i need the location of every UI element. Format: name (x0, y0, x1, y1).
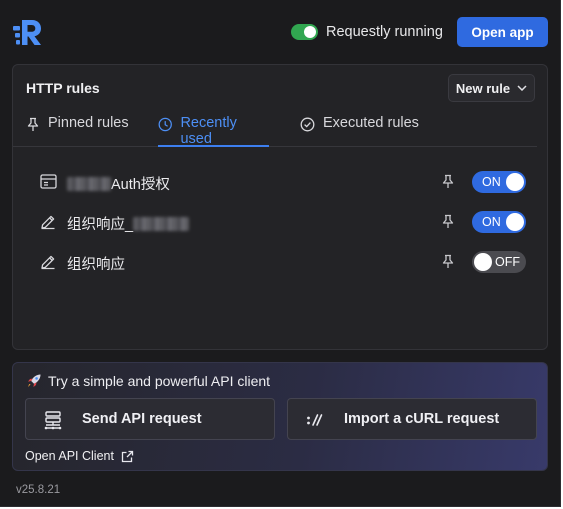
tab-label: Executed rules (323, 115, 419, 131)
rule-toggle[interactable]: ON (472, 171, 526, 193)
api-client-title: Try a simple and powerful API client (26, 373, 270, 389)
running-toggle[interactable] (291, 24, 318, 40)
http-rules-panel: HTTP rules New rule Pinned rules Recentl… (12, 64, 548, 350)
rule-row[interactable]: 组织响应_ ON (13, 207, 537, 237)
rule-name: 组织响应_ (67, 213, 190, 234)
panel-title: HTTP rules (26, 80, 100, 96)
pencil-icon (41, 255, 55, 270)
chevron-down-icon (517, 85, 527, 91)
pencil-icon (41, 215, 55, 230)
open-app-button[interactable]: Open app (457, 17, 548, 47)
rule-name: 组织响应 (67, 253, 125, 274)
import-curl-button[interactable]: Import a cURL request (287, 398, 537, 440)
rule-row[interactable]: Auth授权 ON (13, 167, 537, 197)
pin-icon[interactable] (441, 214, 455, 229)
api-request-icon (44, 411, 62, 430)
send-api-request-button[interactable]: Send API request (25, 398, 275, 440)
rule-name-label: 组织响应 (67, 257, 125, 273)
rule-name: Auth授权 (67, 173, 170, 194)
rule-row[interactable]: 组织响应 OFF (13, 247, 537, 277)
rule-tabs: Pinned rules Recently used Executed rule… (13, 107, 537, 147)
external-link-icon (121, 450, 134, 462)
requestly-running-status[interactable]: Requestly running (291, 23, 443, 41)
api-client-title-text: Try a simple and powerful API client (48, 373, 271, 389)
requestly-popup: Requestly running Open app HTTP rules Ne… (0, 0, 561, 507)
tab-pinned-rules[interactable]: Pinned rules (26, 115, 129, 147)
send-api-request-label: Send API request (82, 411, 202, 427)
open-api-client-link[interactable]: Open API Client (25, 449, 134, 463)
toggle-knob (506, 213, 524, 231)
rule-toggle[interactable]: ON (472, 211, 526, 233)
rule-name-label: 组织响应_ (67, 217, 134, 233)
new-rule-label: New rule (455, 80, 511, 96)
pin-icon[interactable] (441, 254, 455, 269)
tab-label: Recently used (180, 115, 237, 147)
rule-toggle[interactable]: OFF (472, 251, 526, 273)
clock-icon (158, 117, 172, 132)
rule-name-label: Auth授权 (111, 177, 170, 193)
toggle-knob (474, 253, 492, 271)
header: Requestly running Open app (0, 0, 561, 64)
version-label: v25.8.21 (16, 484, 61, 496)
pin-icon[interactable] (441, 174, 455, 189)
new-rule-dropdown[interactable]: New rule (448, 74, 535, 102)
requestly-logo (13, 20, 41, 45)
browser-window-icon (40, 174, 57, 189)
toggle-state: OFF (495, 255, 520, 269)
running-label: Requestly running (326, 24, 443, 40)
redacted-text (67, 176, 111, 191)
pin-icon (27, 117, 39, 131)
toggle-knob (506, 173, 524, 191)
import-curl-label: Import a cURL request (344, 411, 500, 427)
toggle-state: ON (482, 175, 501, 189)
curl-icon (307, 414, 323, 426)
open-api-client-label: Open API Client (25, 449, 114, 463)
tab-recently-used[interactable]: Recently used (158, 115, 269, 147)
api-client-card: Try a simple and powerful API client Sen… (12, 362, 548, 471)
redacted-text (133, 216, 190, 231)
check-circle-icon (300, 117, 315, 132)
toggle-state: ON (482, 215, 501, 229)
rocket-icon (28, 374, 41, 387)
tab-executed-rules[interactable]: Executed rules (300, 115, 419, 147)
tab-label: Pinned rules (48, 115, 129, 131)
